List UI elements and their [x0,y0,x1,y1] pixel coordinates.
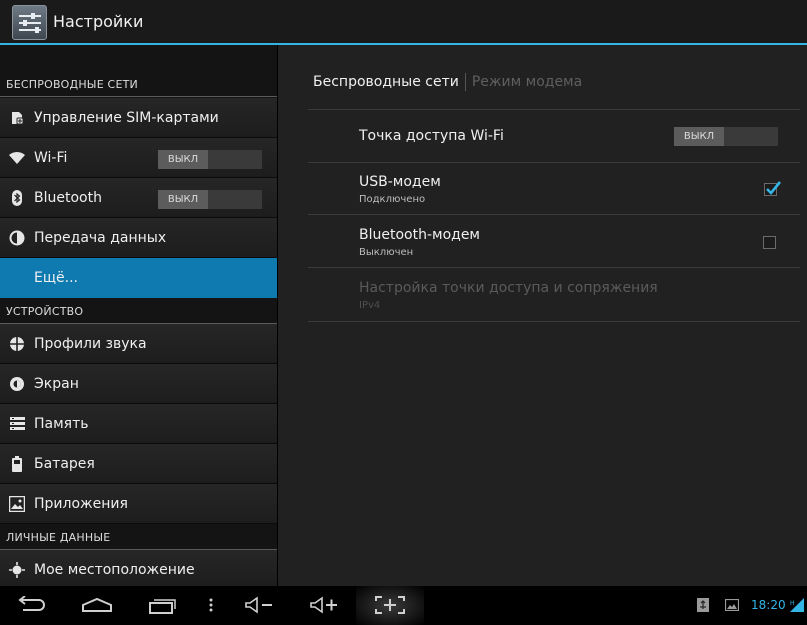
settings-sidebar: БЕСПРОВОДНЫЕ СЕТИ Управление SIM-картами… [0,45,277,586]
sidebar-item-label: Мое местоположение [34,561,195,578]
tab-tethering[interactable]: Режим модема [472,74,582,90]
section-header-wireless: БЕСПРОВОДНЫЕ СЕТИ [0,71,277,97]
action-bar: Настройки [0,0,807,45]
settings-sliders-icon[interactable] [12,5,47,40]
battery-icon [0,444,34,484]
sidebar-item-apps[interactable]: Приложения [0,484,277,524]
data-usage-icon [0,218,34,258]
sidebar-item-label: Управление SIM-картами [34,109,219,126]
divider [308,109,800,110]
sidebar-item-label: Батарея [34,455,95,472]
display-icon [0,364,34,404]
wifi-hotspot-toggle-label: ВЫКЛ [674,127,724,146]
section-header-device: УСТРОЙСТВО [0,298,277,324]
back-icon[interactable] [16,592,48,618]
sidebar-item-label: Bluetooth [34,189,102,206]
system-nav-bar: 18:20 H [0,586,807,625]
clock: 18:20 [751,598,786,612]
sidebar-item-label: Wi-Fi [34,149,68,166]
pref-title: USB-модем [359,174,441,190]
usb-debug-icon[interactable] [696,592,710,618]
bluetooth-icon [0,178,34,218]
bluetooth-toggle-label: ВЫКЛ [158,190,208,209]
sidebar-item-label: Ещё... [34,269,78,286]
sidebar-item-sim-cards[interactable]: Управление SIM-картами [0,98,277,138]
storage-icon [0,404,34,444]
home-icon[interactable] [80,592,114,618]
menu-dots-icon[interactable] [205,592,217,618]
sidebar-item-bluetooth[interactable]: Bluetooth ВЫКЛ [0,178,277,218]
sidebar-item-label: Профили звука [34,335,147,352]
section-header-personal: ЛИЧНЫЕ ДАННЫЕ [0,524,277,550]
app-title: Настройки [53,12,144,31]
sidebar-item-battery[interactable]: Батарея [0,444,277,484]
pref-title: Настройка точки доступа и сопряжения [359,280,658,296]
divider [308,214,800,215]
sidebar-item-display[interactable]: Экран [0,364,277,404]
image-notification-icon[interactable] [724,592,740,618]
bluetooth-tethering-checkbox[interactable] [763,236,776,249]
sound-profile-icon [0,324,34,364]
sidebar-item-label: Приложения [34,495,128,512]
recent-apps-icon[interactable] [146,592,178,618]
sim-card-icon [0,98,34,138]
pref-title: Точка доступа Wi-Fi [359,128,504,144]
details-panel: Беспроводные сети Режим модема Точка дос… [278,45,807,586]
sidebar-item-data-usage[interactable]: Передача данных [0,218,277,258]
wifi-toggle[interactable]: ВЫКЛ [158,150,262,169]
sidebar-item-more[interactable]: Ещё... [0,258,277,298]
tab-separator [464,73,466,91]
pref-title: Bluetooth-модем [359,227,480,243]
sidebar-item-label: Память [34,415,89,432]
divider [308,162,800,163]
sidebar-item-label: Передача данных [34,229,167,246]
apps-icon [0,484,34,524]
tab-bar: Беспроводные сети Режим модема [313,73,582,91]
sidebar-item-storage[interactable]: Память [0,404,277,444]
volume-down-icon[interactable] [243,592,275,618]
sidebar-item-label: Экран [34,375,79,392]
pref-summary: IPv4 [359,300,381,311]
volume-up-icon[interactable] [308,592,340,618]
tab-wireless-networks[interactable]: Беспроводные сети [313,74,459,90]
wifi-icon [0,138,34,178]
location-icon [0,550,34,587]
divider [308,321,800,322]
divider [308,267,800,268]
pref-summary: Подключено [359,194,426,205]
wifi-toggle-label: ВЫКЛ [158,150,208,169]
wifi-hotspot-toggle[interactable]: ВЫКЛ [674,127,778,146]
usb-tethering-checkbox[interactable] [764,181,782,196]
sidebar-item-location[interactable]: Мое местоположение [0,550,277,586]
pref-summary: Выключен [359,247,414,258]
bluetooth-toggle[interactable]: ВЫКЛ [158,190,262,209]
signal-icon: H [789,592,805,618]
screenshot-icon[interactable] [373,592,407,618]
sidebar-item-wifi[interactable]: Wi-Fi ВЫКЛ [0,138,277,178]
checkmark-icon [766,181,782,195]
sidebar-item-sound-profiles[interactable]: Профили звука [0,324,277,364]
svg-text:H: H [790,600,795,607]
